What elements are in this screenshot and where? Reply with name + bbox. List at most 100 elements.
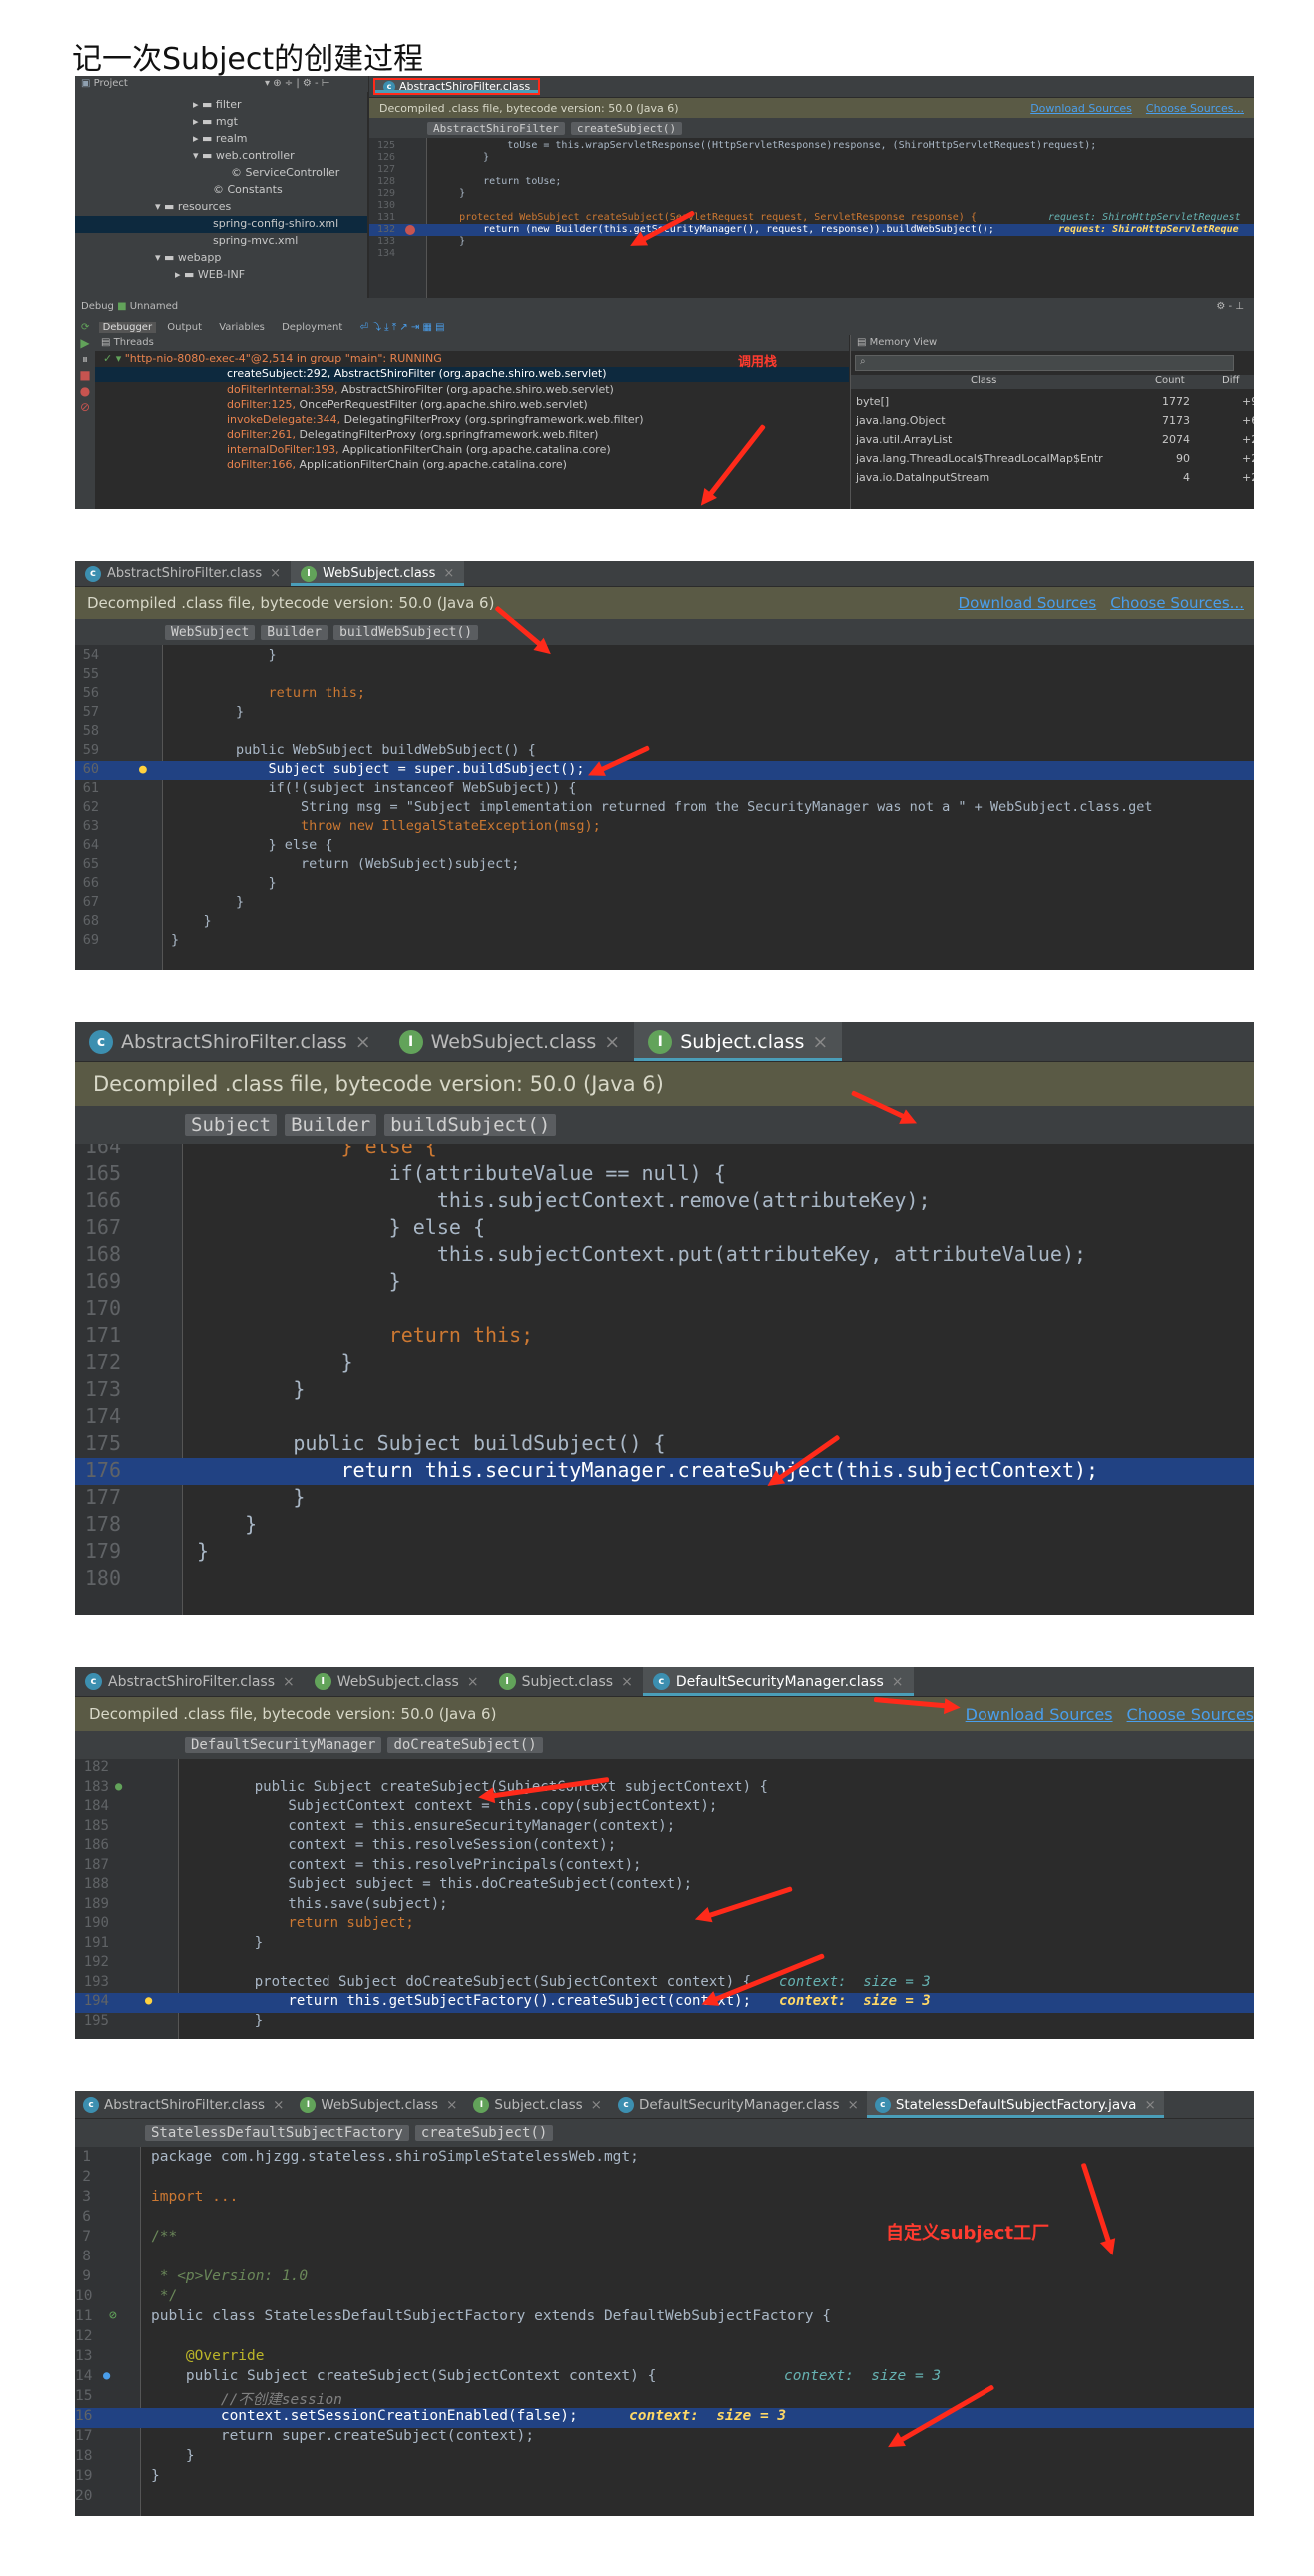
tab-abstract-shiro-filter[interactable]: c AbstractShiroFilter.class × xyxy=(75,1022,385,1061)
lightbulb-icon[interactable]: ● xyxy=(139,762,147,777)
code-editor[interactable]: 164 } else { 165 if(attributeValue == nu… xyxy=(75,1144,1254,1615)
code-line-current: 176 return this.securityManager.createSu… xyxy=(75,1458,1254,1485)
tab-abstract-shiro-filter[interactable]: c AbstractShiroFilter.class × xyxy=(75,2091,292,2118)
download-sources-link[interactable]: Download Sources xyxy=(1030,102,1132,115)
breadcrumb-item[interactable]: buildWebSubject() xyxy=(333,624,479,640)
tab-default-security-manager[interactable]: c DefaultSecurityManager.class × xyxy=(610,2091,867,2118)
code-editor[interactable]: 125 toUse = this.wrapServletResponse((Ht… xyxy=(369,138,1254,298)
choose-sources-link[interactable]: Choose Sources xyxy=(1127,1705,1254,1724)
run-icon[interactable]: ⊘ xyxy=(109,2308,117,2323)
close-icon[interactable]: × xyxy=(848,2097,859,2113)
close-icon[interactable]: × xyxy=(591,2097,602,2113)
tab-output[interactable]: Output xyxy=(167,322,202,333)
tree-item[interactable]: spring-mvc.xml xyxy=(213,234,298,247)
choose-sources-link[interactable]: Choose Sources... xyxy=(1110,594,1244,612)
tab-web-subject[interactable]: I WebSubject.class × xyxy=(292,2091,465,2118)
breadcrumb-item[interactable]: Subject xyxy=(185,1114,278,1136)
breakpoint-icon[interactable] xyxy=(405,225,415,235)
tree-item[interactable]: ▸ ▬ realm xyxy=(193,132,247,145)
resume-icon[interactable]: ▶ xyxy=(75,335,95,351)
stack-frame[interactable]: doFilterInternal:359, AbstractShiroFilte… xyxy=(227,383,614,396)
tab-web-subject[interactable]: I WebSubject.class × xyxy=(385,1022,635,1061)
close-icon[interactable]: × xyxy=(273,2097,284,2113)
breadcrumb-item[interactable]: createSubject() xyxy=(570,121,683,135)
tree-item[interactable]: ▸ ▬ WEB-INF xyxy=(175,268,245,281)
override-icon[interactable]: ● xyxy=(103,2368,110,2382)
tab-subject[interactable]: I Subject.class × xyxy=(489,1667,643,1696)
tree-item[interactable]: ▾ ▬ web.controller xyxy=(193,149,295,162)
tab-deployment[interactable]: Deployment xyxy=(282,322,342,333)
step-icons[interactable]: ⏎ ⤵ ⤓ ⤒ ↗ ⇥ ▦ ▤ xyxy=(359,322,444,333)
breadcrumb-item[interactable]: Builder xyxy=(285,1114,377,1136)
close-icon[interactable]: × xyxy=(355,1031,371,1053)
close-icon[interactable]: × xyxy=(270,566,281,581)
breadcrumb-item[interactable]: WebSubject xyxy=(165,624,256,640)
close-icon[interactable]: × xyxy=(812,1031,828,1053)
tab-abstract-shiro-filter[interactable]: c AbstractShiroFilter.class × xyxy=(75,1667,305,1696)
column-header[interactable]: Count xyxy=(1155,375,1185,386)
tab-abstract-shiro-filter[interactable]: c AbstractShiroFilter.class × xyxy=(75,561,291,586)
close-icon[interactable]: × xyxy=(446,2097,457,2113)
code-editor[interactable]: 54 } 55 56 return this; 57 } 58 59 publi… xyxy=(75,645,1254,970)
breadcrumb-item[interactable]: doCreateSubject() xyxy=(387,1737,543,1753)
tree-item[interactable]: © ServiceController xyxy=(231,166,339,179)
breadcrumb-item[interactable]: DefaultSecurityManager xyxy=(185,1737,382,1753)
tab-web-subject[interactable]: I WebSubject.class × xyxy=(291,561,465,586)
close-icon[interactable]: × xyxy=(892,1674,904,1690)
mute-breakpoints-icon[interactable]: ⊘ xyxy=(75,399,95,415)
stack-frame[interactable]: doFilter:125, OncePerRequestFilter (org.… xyxy=(227,398,588,411)
breadcrumb-item[interactable]: buildSubject() xyxy=(384,1114,557,1136)
pause-icon[interactable]: ⏸ xyxy=(75,351,95,367)
column-header[interactable]: Class xyxy=(971,375,996,386)
override-icon[interactable]: ● xyxy=(115,1779,122,1793)
tab-variables[interactable]: Variables xyxy=(219,322,265,333)
settings-icon[interactable]: ⚙ - ⊥ xyxy=(1216,301,1244,312)
breadcrumb-item[interactable]: createSubject() xyxy=(414,2125,554,2141)
code-editor[interactable]: 182 ● 183 public Subject createSubject(Su… xyxy=(75,1759,1254,2039)
tree-item[interactable]: ▸ ▬ filter xyxy=(193,98,242,111)
project-label[interactable]: Project xyxy=(94,78,128,89)
decompiled-info-bar: Decompiled .class file, bytecode version… xyxy=(75,1062,1254,1106)
view-breakpoints-icon[interactable]: ● xyxy=(75,383,95,399)
close-icon[interactable]: × xyxy=(604,1031,620,1053)
breadcrumb-item[interactable]: Builder xyxy=(261,624,328,640)
stack-frame[interactable]: doFilter:166, ApplicationFilterChain (or… xyxy=(227,458,567,471)
tab-web-subject[interactable]: I WebSubject.class × xyxy=(305,1667,489,1696)
lightbulb-icon[interactable]: ● xyxy=(145,1993,152,2007)
choose-sources-link[interactable]: Choose Sources... xyxy=(1146,102,1244,115)
breadcrumb-item[interactable]: StatelessDefaultSubjectFactory xyxy=(145,2125,409,2141)
close-icon[interactable]: × xyxy=(443,566,454,581)
stack-frame[interactable]: internalDoFilter:193, ApplicationFilterC… xyxy=(227,443,611,456)
tab-default-security-manager[interactable]: c DefaultSecurityManager.class × xyxy=(642,1667,914,1696)
download-sources-link[interactable]: Download Sources xyxy=(966,1705,1113,1724)
rerun-icon[interactable]: ⟳ xyxy=(81,322,93,333)
stack-frame[interactable]: invokeDelegate:344, DelegatingFilterProx… xyxy=(227,413,644,426)
debug-config-name[interactable]: Unnamed xyxy=(130,301,178,312)
code-line-current: ● 194 return this.getSubjectFactory().cre… xyxy=(75,1993,1254,2013)
tree-item[interactable]: ▸ ▬ mgt xyxy=(193,115,238,128)
tab-subject[interactable]: I Subject.class × xyxy=(634,1022,843,1061)
tree-item-selected[interactable]: spring-config-shiro.xml xyxy=(75,216,367,233)
column-header[interactable]: Diff xyxy=(1222,375,1239,386)
tree-item[interactable]: ▾ ▬ resources xyxy=(155,200,231,213)
project-toolbar-icons[interactable]: ▾ ⊕ ÷ | ⚙ - ⊢ xyxy=(265,78,330,89)
tab-stateless-default-subject-factory[interactable]: c StatelessDefaultSubjectFactory.java × xyxy=(866,2091,1164,2118)
close-icon[interactable]: × xyxy=(467,1674,479,1690)
close-icon[interactable]: × xyxy=(621,1674,633,1690)
close-icon[interactable]: × xyxy=(283,1674,295,1690)
close-icon[interactable]: × xyxy=(1144,2097,1155,2113)
stack-frame-selected[interactable]: createSubject:292, AbstractShiroFilter (… xyxy=(95,367,849,382)
tab-subject[interactable]: I Subject.class × xyxy=(465,2091,610,2118)
download-sources-link[interactable]: Download Sources xyxy=(959,594,1097,612)
stop-icon[interactable]: ■ xyxy=(75,367,95,383)
code-line: 63 throw new IllegalStateException(msg); xyxy=(82,818,601,834)
breadcrumb-item[interactable]: AbstractShiroFilter xyxy=(427,121,565,135)
memory-search-input[interactable]: ⌕ xyxy=(855,355,1234,371)
tab-debugger[interactable]: Debugger xyxy=(98,322,157,333)
stack-frame[interactable]: doFilter:261, DelegatingFilterProxy (org… xyxy=(227,428,598,441)
thread-main[interactable]: ✓ ▾ "http-nio-8080-exec-4"@2,514 in grou… xyxy=(103,352,442,365)
tab-abstract-shiro-filter[interactable]: c AbstractShiroFilter.class xyxy=(373,78,541,95)
code-editor[interactable]: 1 package com.hjzgg.stateless.shiroSimple… xyxy=(75,2147,1254,2516)
tree-item[interactable]: © Constants xyxy=(213,183,283,196)
tree-item[interactable]: ▾ ▬ webapp xyxy=(155,251,221,264)
